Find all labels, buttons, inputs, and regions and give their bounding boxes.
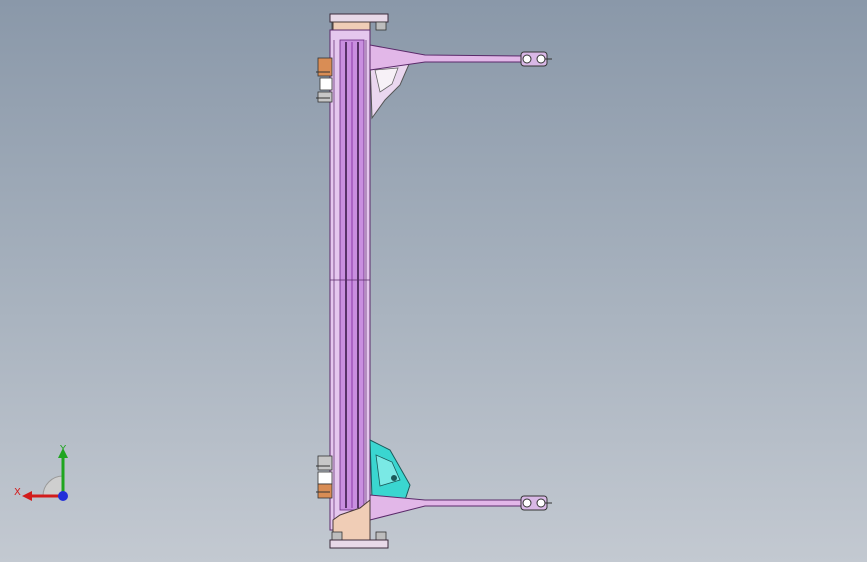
y-axis-label: Y [60, 444, 67, 455]
top-end-cap[interactable] [329, 13, 389, 23]
x-axis-label: X [14, 487, 21, 498]
lower-arm[interactable] [369, 494, 526, 521]
triad-graphic [22, 448, 68, 501]
bottom-end-cap[interactable] [329, 539, 389, 549]
upper-arm[interactable] [369, 44, 526, 71]
upper-left-hardware[interactable] [316, 57, 333, 103]
model-view[interactable] [0, 0, 867, 562]
upper-hinge[interactable] [520, 51, 552, 67]
lower-left-hardware[interactable] [316, 455, 333, 499]
axis-triad: Y X [10, 440, 80, 510]
cad-viewport[interactable]: Y X [0, 0, 867, 562]
lower-hinge[interactable] [520, 495, 552, 511]
